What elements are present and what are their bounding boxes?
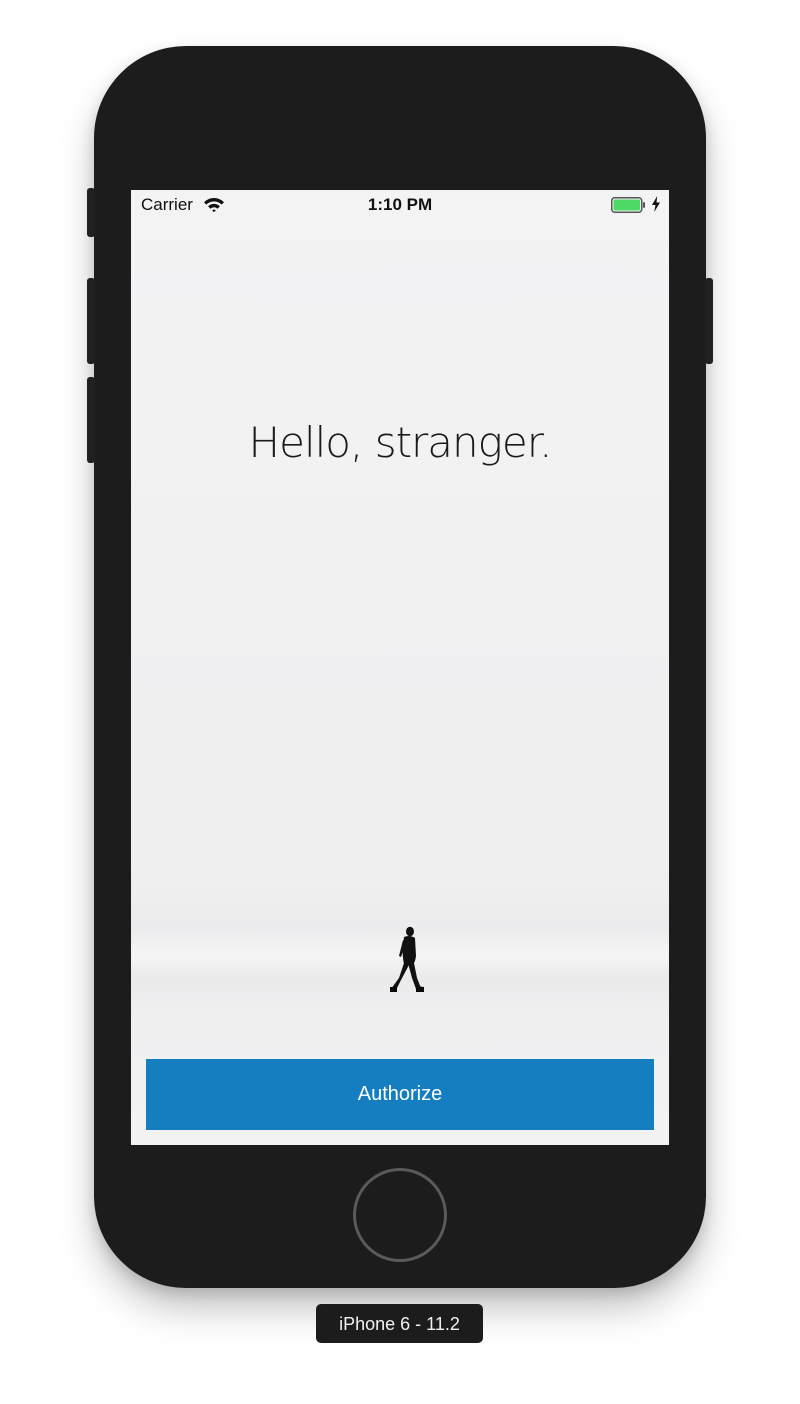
status-bar: Carrier 1:10 PM [131,190,669,220]
home-button[interactable] [353,1168,447,1262]
walking-person-figure [390,926,424,992]
mute-switch [87,188,95,237]
volume-down-button[interactable] [87,377,95,463]
power-button[interactable] [705,278,713,364]
status-time: 1:10 PM [367,195,433,214]
battery-icon [611,197,645,213]
authorize-button[interactable]: Authorize [146,1059,654,1130]
charging-bolt-icon [652,196,660,212]
simulator-device-label: iPhone 6 - 11.2 [316,1304,483,1343]
volume-up-button[interactable] [87,278,95,364]
app-screen: Carrier 1:10 PM Hello, stranger. Authori… [131,190,669,1145]
greeting-headline: Hello, stranger. [248,418,553,467]
